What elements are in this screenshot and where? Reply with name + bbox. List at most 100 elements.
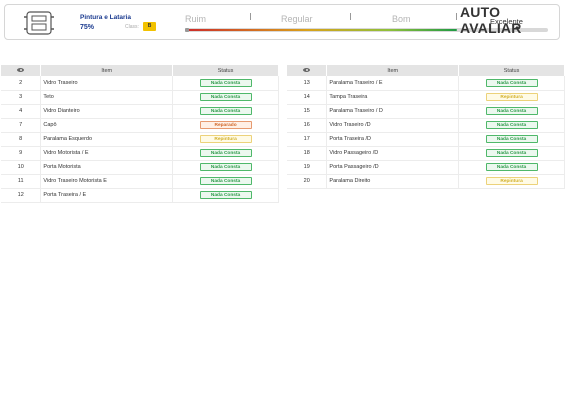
status-badge: Nada Consta xyxy=(199,107,252,115)
item-number: 19 xyxy=(287,160,328,175)
item-name: Paralama Traseiro / E xyxy=(326,76,460,91)
item-status-cell: Nada Consta xyxy=(458,76,565,91)
table-row: 20 Paralama Direito Repintura xyxy=(287,174,565,189)
item-number: 14 xyxy=(287,90,328,105)
item-number: 2 xyxy=(1,76,42,91)
item-status-cell: Reparado xyxy=(172,118,279,133)
eye-icon xyxy=(17,68,25,73)
section-percent: 75% xyxy=(80,24,95,31)
status-badge: Repintura xyxy=(485,93,538,101)
item-status-cell: Nada Consta xyxy=(172,76,279,91)
status-badge: Nada Consta xyxy=(199,177,252,185)
table-row: 10 Porta Motorista Nada Consta xyxy=(1,160,279,175)
item-status-cell: Nada Consta xyxy=(458,160,565,175)
item-name: Paralama Traseiro / D xyxy=(326,104,460,119)
scale-separator xyxy=(456,13,457,20)
item-status-cell: Nada Consta xyxy=(172,188,279,203)
item-status-cell: Nada Consta xyxy=(172,90,279,105)
car-top-view-icon xyxy=(24,11,54,35)
table-row: 3 Teto Nada Consta xyxy=(1,90,279,105)
item-status-cell: Repintura xyxy=(172,132,279,147)
table-row: 2 Vidro Traseiro Nada Consta xyxy=(1,76,279,91)
items-table-right: Item Status 13 Paralama Traseiro / E Nada … xyxy=(287,65,565,189)
item-name: Porta Traseira / E xyxy=(40,188,174,203)
table-row: 4 Vidro Dianteiro Nada Consta xyxy=(1,104,279,119)
table-row: 17 Porta Traseira /D Nada Consta xyxy=(287,132,565,147)
table-row: 11 Vidro Traseiro Motorista E Nada Consta xyxy=(1,174,279,189)
item-status-cell: Nada Consta xyxy=(458,104,565,119)
item-status-cell: Nada Consta xyxy=(172,160,279,175)
eye-column-header[interactable] xyxy=(1,65,42,76)
item-column-header: Item xyxy=(40,65,174,76)
header-card: Pintura e Lataria 75% Class: B Ruim Regu… xyxy=(4,4,560,40)
scale-label-regular: Regular xyxy=(281,14,313,24)
item-status-cell: Nada Consta xyxy=(172,146,279,161)
item-name: Vidro Passageiro /D xyxy=(326,146,460,161)
item-number: 13 xyxy=(287,76,328,91)
status-badge: Nada Consta xyxy=(485,163,538,171)
item-name: Vidro Motorista / E xyxy=(40,146,174,161)
item-name: Paralama Direito xyxy=(326,174,460,189)
status-badge: Repintura xyxy=(199,135,252,143)
item-status-cell: Nada Consta xyxy=(458,146,565,161)
item-column-header: Item xyxy=(326,65,460,76)
items-table-left: Item Status 2 Vidro Traseiro Nada Consta 3 T… xyxy=(1,65,279,203)
item-number: 3 xyxy=(1,90,42,105)
eye-column-header[interactable] xyxy=(287,65,328,76)
item-status-cell: Nada Consta xyxy=(458,118,565,133)
item-name: Vidro Traseiro xyxy=(40,76,174,91)
status-badge: Nada Consta xyxy=(485,149,538,157)
item-number: 7 xyxy=(1,118,42,133)
status-badge: Nada Consta xyxy=(199,93,252,101)
scale-separator xyxy=(250,13,251,20)
item-status-cell: Repintura xyxy=(458,90,565,105)
item-number: 11 xyxy=(1,174,42,189)
item-status-cell: Repintura xyxy=(458,174,565,189)
table-row: 8 Paralama Esquerdo Repintura xyxy=(1,132,279,147)
item-name: Paralama Esquerdo xyxy=(40,132,174,147)
item-number: 17 xyxy=(287,132,328,147)
rating-scale-fill xyxy=(185,29,458,31)
table-row: 9 Vidro Motorista / E Nada Consta xyxy=(1,146,279,161)
status-badge: Nada Consta xyxy=(199,191,252,199)
item-number: 20 xyxy=(287,174,328,189)
status-badge: Nada Consta xyxy=(485,121,538,129)
item-number: 9 xyxy=(1,146,42,161)
table-row: 13 Paralama Traseiro / E Nada Consta xyxy=(287,76,565,91)
item-status-cell: Nada Consta xyxy=(458,132,565,147)
status-badge: Nada Consta xyxy=(485,107,538,115)
item-number: 10 xyxy=(1,160,42,175)
class-badge: B xyxy=(143,22,156,31)
rating-scale-start xyxy=(185,28,189,32)
item-number: 12 xyxy=(1,188,42,203)
table-row: 14 Tampa Traseira Repintura xyxy=(287,90,565,105)
item-name: Porta Passageiro /D xyxy=(326,160,460,175)
item-name: Vidro Traseiro /D xyxy=(326,118,460,133)
item-number: 18 xyxy=(287,146,328,161)
item-name: Tampa Traseira xyxy=(326,90,460,105)
item-status-cell: Nada Consta xyxy=(172,104,279,119)
status-badge: Nada Consta xyxy=(199,163,252,171)
level-text: Excelente xyxy=(490,17,523,26)
item-name: Teto xyxy=(40,90,174,105)
item-number: 16 xyxy=(287,118,328,133)
item-number: 4 xyxy=(1,104,42,119)
scale-label-bom: Bom xyxy=(392,14,411,24)
table-row: 15 Paralama Traseiro / D Nada Consta xyxy=(287,104,565,119)
item-name: Porta Traseira /D xyxy=(326,132,460,147)
status-column-header: Status xyxy=(458,65,565,76)
eye-icon xyxy=(303,68,311,73)
item-status-cell: Nada Consta xyxy=(172,174,279,189)
status-badge: Repintura xyxy=(485,177,538,185)
table-row: 12 Porta Traseira / E Nada Consta xyxy=(1,188,279,203)
section-name: Pintura e Lataria xyxy=(80,14,131,21)
table-row: 16 Vidro Traseiro /D Nada Consta xyxy=(287,118,565,133)
table-row: 19 Porta Passageiro /D Nada Consta xyxy=(287,160,565,175)
status-badge: Nada Consta xyxy=(199,149,252,157)
status-badge: Nada Consta xyxy=(485,78,538,87)
status-column-header: Status xyxy=(172,65,279,76)
item-name: Vidro Traseiro Motorista E xyxy=(40,174,174,189)
scale-separator xyxy=(350,13,351,20)
table-row: 18 Vidro Passageiro /D Nada Consta xyxy=(287,146,565,161)
item-name: Vidro Dianteiro xyxy=(40,104,174,119)
